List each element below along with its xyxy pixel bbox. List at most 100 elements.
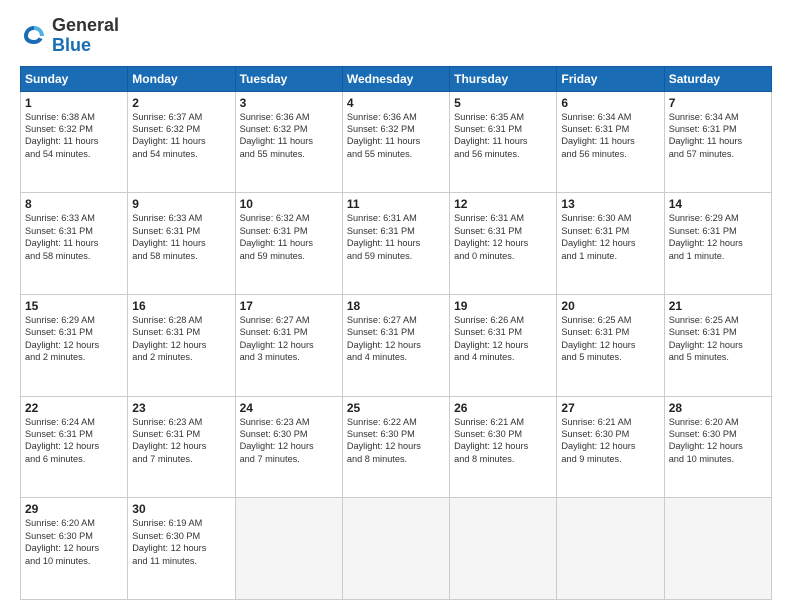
day-number: 11	[347, 197, 445, 211]
day-info: Sunrise: 6:24 AMSunset: 6:31 PMDaylight:…	[25, 416, 123, 466]
day-number: 2	[132, 96, 230, 110]
calendar-week-row: 29Sunrise: 6:20 AMSunset: 6:30 PMDayligh…	[21, 498, 772, 600]
day-number: 25	[347, 401, 445, 415]
day-number: 3	[240, 96, 338, 110]
day-info: Sunrise: 6:21 AMSunset: 6:30 PMDaylight:…	[454, 416, 552, 466]
calendar-cell: 2Sunrise: 6:37 AMSunset: 6:32 PMDaylight…	[128, 91, 235, 193]
day-info: Sunrise: 6:27 AMSunset: 6:31 PMDaylight:…	[240, 314, 338, 364]
logo-icon	[20, 22, 48, 50]
calendar-header-row: SundayMondayTuesdayWednesdayThursdayFrid…	[21, 66, 772, 91]
calendar-cell: 18Sunrise: 6:27 AMSunset: 6:31 PMDayligh…	[342, 294, 449, 396]
calendar-cell: 21Sunrise: 6:25 AMSunset: 6:31 PMDayligh…	[664, 294, 771, 396]
day-info: Sunrise: 6:20 AMSunset: 6:30 PMDaylight:…	[25, 517, 123, 567]
day-number: 7	[669, 96, 767, 110]
calendar-cell: 23Sunrise: 6:23 AMSunset: 6:31 PMDayligh…	[128, 396, 235, 498]
day-number: 20	[561, 299, 659, 313]
day-info: Sunrise: 6:21 AMSunset: 6:30 PMDaylight:…	[561, 416, 659, 466]
calendar-cell: 12Sunrise: 6:31 AMSunset: 6:31 PMDayligh…	[450, 193, 557, 295]
logo-general: General	[52, 15, 119, 35]
calendar-cell: 8Sunrise: 6:33 AMSunset: 6:31 PMDaylight…	[21, 193, 128, 295]
day-number: 22	[25, 401, 123, 415]
day-number: 27	[561, 401, 659, 415]
day-number: 13	[561, 197, 659, 211]
day-header-monday: Monday	[128, 66, 235, 91]
day-info: Sunrise: 6:33 AMSunset: 6:31 PMDaylight:…	[132, 212, 230, 262]
day-info: Sunrise: 6:29 AMSunset: 6:31 PMDaylight:…	[25, 314, 123, 364]
day-info: Sunrise: 6:31 AMSunset: 6:31 PMDaylight:…	[347, 212, 445, 262]
day-info: Sunrise: 6:34 AMSunset: 6:31 PMDaylight:…	[561, 111, 659, 161]
calendar-cell: 27Sunrise: 6:21 AMSunset: 6:30 PMDayligh…	[557, 396, 664, 498]
calendar-cell: 28Sunrise: 6:20 AMSunset: 6:30 PMDayligh…	[664, 396, 771, 498]
calendar-cell	[342, 498, 449, 600]
calendar-cell: 9Sunrise: 6:33 AMSunset: 6:31 PMDaylight…	[128, 193, 235, 295]
day-info: Sunrise: 6:22 AMSunset: 6:30 PMDaylight:…	[347, 416, 445, 466]
day-number: 15	[25, 299, 123, 313]
day-info: Sunrise: 6:38 AMSunset: 6:32 PMDaylight:…	[25, 111, 123, 161]
calendar-cell: 25Sunrise: 6:22 AMSunset: 6:30 PMDayligh…	[342, 396, 449, 498]
calendar-table: SundayMondayTuesdayWednesdayThursdayFrid…	[20, 66, 772, 600]
day-number: 6	[561, 96, 659, 110]
day-number: 24	[240, 401, 338, 415]
calendar-week-row: 22Sunrise: 6:24 AMSunset: 6:31 PMDayligh…	[21, 396, 772, 498]
page: General Blue SundayMondayTuesdayWednesda…	[0, 0, 792, 612]
day-info: Sunrise: 6:31 AMSunset: 6:31 PMDaylight:…	[454, 212, 552, 262]
day-number: 29	[25, 502, 123, 516]
calendar-cell: 11Sunrise: 6:31 AMSunset: 6:31 PMDayligh…	[342, 193, 449, 295]
day-info: Sunrise: 6:37 AMSunset: 6:32 PMDaylight:…	[132, 111, 230, 161]
day-number: 19	[454, 299, 552, 313]
day-header-thursday: Thursday	[450, 66, 557, 91]
calendar-cell: 17Sunrise: 6:27 AMSunset: 6:31 PMDayligh…	[235, 294, 342, 396]
day-header-saturday: Saturday	[664, 66, 771, 91]
day-info: Sunrise: 6:30 AMSunset: 6:31 PMDaylight:…	[561, 212, 659, 262]
day-info: Sunrise: 6:28 AMSunset: 6:31 PMDaylight:…	[132, 314, 230, 364]
calendar-cell: 26Sunrise: 6:21 AMSunset: 6:30 PMDayligh…	[450, 396, 557, 498]
day-info: Sunrise: 6:25 AMSunset: 6:31 PMDaylight:…	[561, 314, 659, 364]
calendar-cell: 24Sunrise: 6:23 AMSunset: 6:30 PMDayligh…	[235, 396, 342, 498]
day-info: Sunrise: 6:26 AMSunset: 6:31 PMDaylight:…	[454, 314, 552, 364]
calendar-cell: 30Sunrise: 6:19 AMSunset: 6:30 PMDayligh…	[128, 498, 235, 600]
calendar-cell: 3Sunrise: 6:36 AMSunset: 6:32 PMDaylight…	[235, 91, 342, 193]
calendar-cell: 13Sunrise: 6:30 AMSunset: 6:31 PMDayligh…	[557, 193, 664, 295]
day-number: 10	[240, 197, 338, 211]
day-number: 28	[669, 401, 767, 415]
day-info: Sunrise: 6:23 AMSunset: 6:30 PMDaylight:…	[240, 416, 338, 466]
calendar-cell: 7Sunrise: 6:34 AMSunset: 6:31 PMDaylight…	[664, 91, 771, 193]
day-number: 12	[454, 197, 552, 211]
day-header-wednesday: Wednesday	[342, 66, 449, 91]
day-info: Sunrise: 6:36 AMSunset: 6:32 PMDaylight:…	[347, 111, 445, 161]
calendar-week-row: 8Sunrise: 6:33 AMSunset: 6:31 PMDaylight…	[21, 193, 772, 295]
day-info: Sunrise: 6:27 AMSunset: 6:31 PMDaylight:…	[347, 314, 445, 364]
day-number: 9	[132, 197, 230, 211]
day-info: Sunrise: 6:23 AMSunset: 6:31 PMDaylight:…	[132, 416, 230, 466]
calendar-cell: 6Sunrise: 6:34 AMSunset: 6:31 PMDaylight…	[557, 91, 664, 193]
calendar-cell: 15Sunrise: 6:29 AMSunset: 6:31 PMDayligh…	[21, 294, 128, 396]
calendar-cell: 19Sunrise: 6:26 AMSunset: 6:31 PMDayligh…	[450, 294, 557, 396]
day-number: 21	[669, 299, 767, 313]
calendar-cell	[557, 498, 664, 600]
calendar-cell	[235, 498, 342, 600]
day-info: Sunrise: 6:36 AMSunset: 6:32 PMDaylight:…	[240, 111, 338, 161]
day-info: Sunrise: 6:20 AMSunset: 6:30 PMDaylight:…	[669, 416, 767, 466]
day-header-tuesday: Tuesday	[235, 66, 342, 91]
day-number: 4	[347, 96, 445, 110]
calendar-cell: 10Sunrise: 6:32 AMSunset: 6:31 PMDayligh…	[235, 193, 342, 295]
calendar-week-row: 1Sunrise: 6:38 AMSunset: 6:32 PMDaylight…	[21, 91, 772, 193]
calendar-cell: 20Sunrise: 6:25 AMSunset: 6:31 PMDayligh…	[557, 294, 664, 396]
day-info: Sunrise: 6:33 AMSunset: 6:31 PMDaylight:…	[25, 212, 123, 262]
calendar-cell	[450, 498, 557, 600]
calendar-cell: 4Sunrise: 6:36 AMSunset: 6:32 PMDaylight…	[342, 91, 449, 193]
calendar-cell: 22Sunrise: 6:24 AMSunset: 6:31 PMDayligh…	[21, 396, 128, 498]
day-number: 30	[132, 502, 230, 516]
day-number: 16	[132, 299, 230, 313]
calendar-cell: 5Sunrise: 6:35 AMSunset: 6:31 PMDaylight…	[450, 91, 557, 193]
day-number: 8	[25, 197, 123, 211]
calendar-cell: 1Sunrise: 6:38 AMSunset: 6:32 PMDaylight…	[21, 91, 128, 193]
logo-blue: Blue	[52, 35, 91, 55]
day-info: Sunrise: 6:29 AMSunset: 6:31 PMDaylight:…	[669, 212, 767, 262]
day-number: 26	[454, 401, 552, 415]
calendar-cell: 16Sunrise: 6:28 AMSunset: 6:31 PMDayligh…	[128, 294, 235, 396]
calendar-cell: 14Sunrise: 6:29 AMSunset: 6:31 PMDayligh…	[664, 193, 771, 295]
header: General Blue	[20, 16, 772, 56]
calendar-week-row: 15Sunrise: 6:29 AMSunset: 6:31 PMDayligh…	[21, 294, 772, 396]
day-info: Sunrise: 6:32 AMSunset: 6:31 PMDaylight:…	[240, 212, 338, 262]
